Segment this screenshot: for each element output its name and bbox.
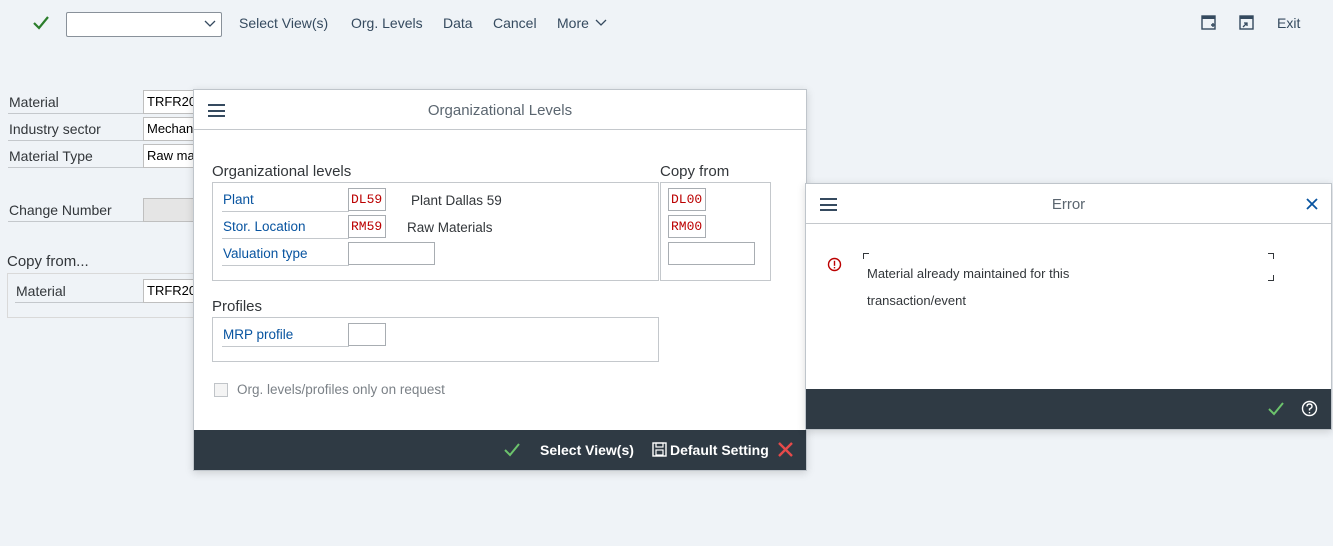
copy-material-field[interactable]: TRFR20 (143, 279, 195, 303)
copy-from-group-title: Copy from (660, 163, 730, 180)
org-levels-button[interactable]: Org. Levels (351, 15, 423, 31)
cancel-button[interactable]: Cancel (493, 15, 537, 31)
focus-bracket-tl (863, 253, 869, 259)
select-views-footer-button[interactable]: Select View(s) (540, 442, 634, 458)
industry-sector-field[interactable]: Mechan (143, 117, 195, 141)
copy-plant-input[interactable]: DL00 (668, 188, 706, 211)
org-levels-checkbox[interactable] (214, 383, 228, 397)
error-icon (827, 257, 842, 272)
stor-location-label[interactable]: Stor. Location (222, 216, 349, 239)
more-button[interactable]: More (557, 15, 607, 31)
check-icon[interactable] (32, 14, 50, 32)
change-number-label: Change Number (8, 198, 144, 222)
dialog-footer: Select View(s) Default Setting (194, 430, 806, 470)
org-levels-checkbox-label: Org. levels/profiles only on request (237, 382, 445, 397)
org-levels-group-title: Organizational levels (212, 163, 352, 180)
new-window-icon[interactable] (1200, 14, 1218, 32)
error-message: Material already maintained for this tra… (867, 260, 1092, 314)
shortcut-icon[interactable] (1238, 14, 1256, 32)
save-icon (652, 442, 667, 457)
org-levels-dialog: Organizational Levels Organizational lev… (193, 89, 807, 471)
data-button[interactable]: Data (443, 15, 473, 31)
close-icon[interactable] (1305, 197, 1319, 211)
material-type-label: Material Type (8, 144, 144, 168)
copy-from-title: Copy from... (7, 253, 89, 270)
copy-material-label: Material (15, 279, 143, 303)
material-type-field[interactable]: Raw ma (143, 144, 195, 168)
error-dialog-header: Error (806, 184, 1331, 224)
chevron-down-icon (204, 20, 216, 27)
default-setting-button[interactable]: Default Setting (670, 442, 769, 458)
plant-description: Plant Dallas 59 (411, 193, 502, 208)
stor-location-input[interactable]: RM59 (348, 215, 386, 238)
error-dialog-footer (806, 389, 1331, 429)
check-icon[interactable] (503, 441, 521, 459)
copy-valuation-input[interactable] (668, 242, 755, 265)
dialog-header: Organizational Levels (194, 90, 806, 130)
focus-bracket-br (1268, 275, 1274, 281)
chevron-down-icon (595, 19, 607, 26)
dialog-title: Organizational Levels (427, 102, 573, 119)
change-number-field[interactable] (143, 198, 195, 222)
error-dialog-title: Error (1051, 196, 1086, 213)
help-icon[interactable] (1301, 400, 1318, 417)
focus-bracket-tr (1268, 253, 1274, 259)
check-icon[interactable] (1267, 400, 1285, 418)
command-dropdown[interactable] (66, 12, 222, 37)
valuation-type-input[interactable] (348, 242, 435, 265)
more-label: More (557, 15, 589, 31)
error-dialog: Error Material already maintained for th… (805, 183, 1332, 430)
plant-label[interactable]: Plant (222, 189, 349, 212)
error-message-line1: Material already maintained for this (867, 266, 1070, 281)
plant-input[interactable]: DL59 (348, 188, 386, 211)
material-label: Material (8, 90, 144, 114)
material-field[interactable]: TRFR20 (143, 90, 195, 114)
cancel-x-icon[interactable] (777, 441, 794, 458)
mrp-profile-input[interactable] (348, 323, 386, 346)
profiles-group-title: Profiles (212, 298, 263, 315)
select-views-button[interactable]: Select View(s) (239, 15, 328, 31)
copy-stor-input[interactable]: RM00 (668, 215, 706, 238)
mrp-profile-label[interactable]: MRP profile (222, 324, 349, 347)
valuation-type-label[interactable]: Valuation type (222, 243, 349, 266)
exit-button[interactable]: Exit (1277, 15, 1300, 31)
toolbar: Select View(s) Org. Levels Data Cancel M… (0, 0, 1333, 48)
stor-location-description: Raw Materials (407, 220, 493, 235)
industry-sector-label: Industry sector (8, 117, 144, 141)
error-message-line2: transaction/event (867, 293, 967, 308)
